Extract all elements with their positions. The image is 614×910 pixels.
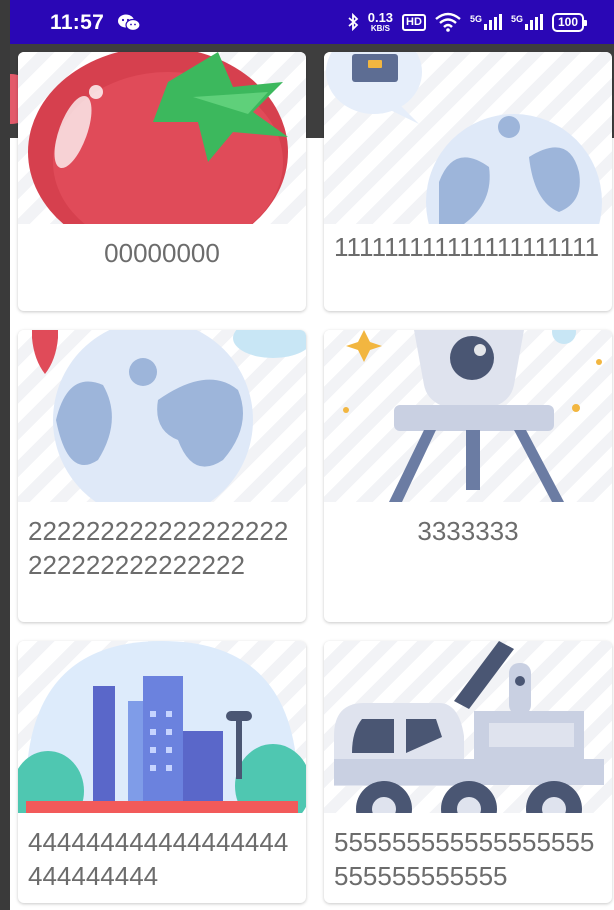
tomato-icon xyxy=(28,52,288,224)
city-dome-icon xyxy=(18,641,306,813)
status-time: 11:57 xyxy=(50,11,105,34)
signal-5g-1: 5G xyxy=(470,14,502,30)
left-edge-strip xyxy=(0,0,10,910)
signal-bars-icon xyxy=(483,14,502,30)
grid-card[interactable]: 444444444444444444444444444 xyxy=(18,641,306,903)
network-speed-unit: KB/S xyxy=(370,24,390,33)
card-thumbnail xyxy=(18,641,306,813)
rover-truck-icon xyxy=(334,641,604,813)
space-probe-icon xyxy=(343,330,602,502)
grid-card[interactable]: 222222222222222222222222222222222 xyxy=(18,330,306,622)
battery-indicator: 100 xyxy=(551,12,588,32)
wechat-icon xyxy=(118,14,141,32)
status-bar: 11:57 0.13 KB/S HD 5G 5G 100 xyxy=(10,0,614,44)
card-caption: 444444444444444444444444444 xyxy=(28,827,289,891)
signal-5g-2: 5G xyxy=(511,14,543,30)
card-caption: 222222222222222222222222222222222 xyxy=(28,516,289,580)
signal-5g-2-label: 5G xyxy=(510,14,523,24)
globe-pin-icon xyxy=(32,330,306,502)
card-caption: 555555555555555555555555555555 xyxy=(334,827,595,891)
card-caption: 111111111111111111111 xyxy=(334,232,600,262)
card-thumbnail xyxy=(18,330,306,502)
grid-card[interactable]: 111111111111111111111 xyxy=(324,52,612,311)
signal-5g-1-label: 5G xyxy=(469,14,482,24)
card-thumbnail xyxy=(324,52,612,224)
network-speed: 0.13 KB/S xyxy=(368,11,393,33)
chat-globe-icon xyxy=(326,52,602,224)
card-caption: 3333333 xyxy=(417,516,519,546)
wifi-icon xyxy=(435,12,461,32)
grid-card[interactable]: 00000000 xyxy=(18,52,306,311)
bluetooth-icon xyxy=(348,13,359,31)
card-thumbnail xyxy=(324,330,612,502)
card-thumbnail xyxy=(18,52,306,224)
card-thumbnail xyxy=(324,641,612,813)
hd-voice-badge: HD xyxy=(402,13,426,31)
network-speed-value: 0.13 xyxy=(367,10,394,25)
grid-card[interactable]: 555555555555555555555555555555 xyxy=(324,641,612,903)
grid-card[interactable]: 3333333 xyxy=(324,330,612,622)
card-caption: 00000000 xyxy=(104,238,220,268)
signal-bars-icon xyxy=(524,14,543,30)
